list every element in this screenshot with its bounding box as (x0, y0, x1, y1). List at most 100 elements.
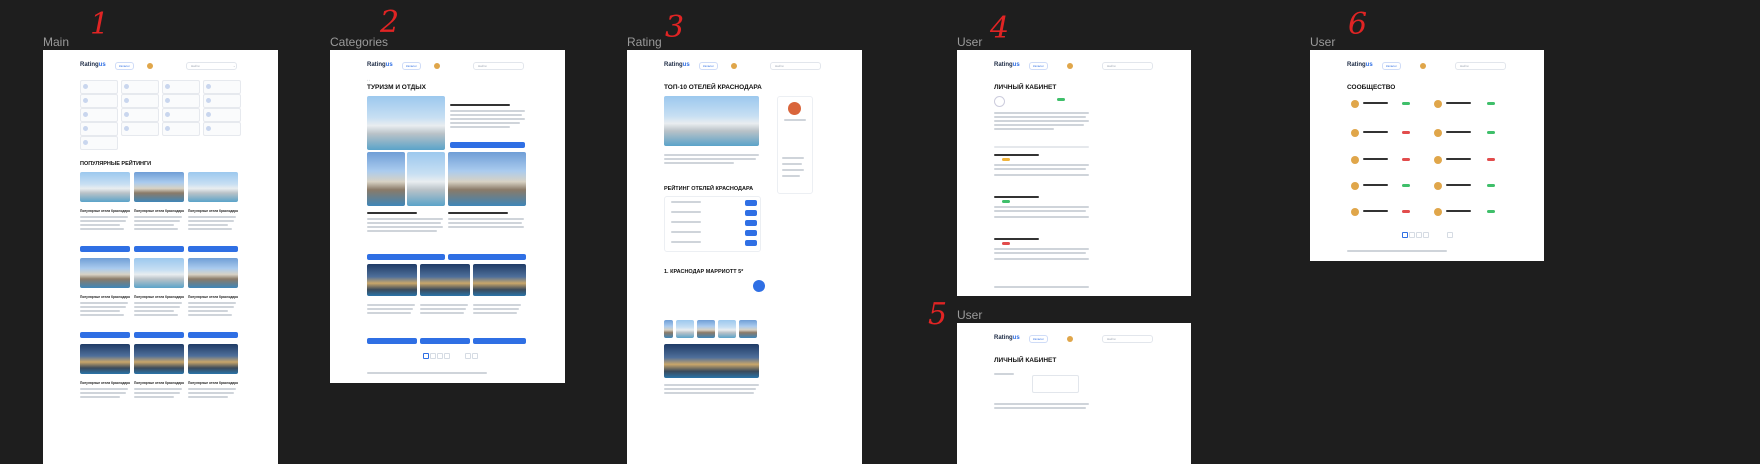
logo[interactable]: Ratingus (1347, 62, 1373, 68)
avatar[interactable] (731, 63, 737, 69)
rating-list (664, 196, 761, 252)
author-avatar[interactable] (788, 102, 801, 115)
avatar[interactable] (994, 96, 1005, 107)
card-image (188, 258, 238, 288)
category-tile[interactable] (162, 80, 200, 94)
logo[interactable]: Ratingus (994, 62, 1020, 68)
category-tile[interactable] (203, 94, 241, 108)
rating-card[interactable]: Популярные отели Краснодара (80, 258, 130, 338)
frame-number-5: 5 (928, 297, 948, 332)
avatar[interactable] (434, 63, 440, 69)
member-avatar[interactable] (1434, 156, 1442, 164)
card-button[interactable] (473, 338, 526, 344)
catalog-button[interactable]: Каталог (115, 62, 134, 70)
logo[interactable]: Ratingus (80, 62, 106, 68)
catalog-button[interactable]: Каталог (402, 62, 421, 70)
search-input[interactable]: Найти (1102, 335, 1153, 343)
list-item-button[interactable] (745, 240, 757, 246)
member-avatar[interactable] (1351, 129, 1359, 137)
catalog-button[interactable]: Каталог (1029, 335, 1048, 343)
rating-card[interactable]: Популярные отели Краснодара (80, 172, 130, 252)
page-button[interactable] (1423, 232, 1429, 238)
member-avatar[interactable] (1434, 129, 1442, 137)
list-item-button[interactable] (745, 210, 757, 216)
card-button[interactable] (134, 246, 184, 252)
member-avatar[interactable] (1351, 156, 1359, 164)
profile-form[interactable] (1032, 375, 1079, 393)
catalog-button[interactable]: Каталог (1029, 62, 1048, 70)
category-tile[interactable] (80, 94, 118, 108)
member-avatar[interactable] (1434, 182, 1442, 190)
avatar[interactable] (1067, 63, 1073, 69)
page-title: ТУРИЗМ И ОТДЫХ (367, 84, 426, 91)
avatar[interactable] (1420, 63, 1426, 69)
category-tile[interactable] (203, 122, 241, 136)
page-button[interactable] (1447, 232, 1453, 238)
page-button[interactable] (1402, 232, 1408, 238)
member-avatar[interactable] (1434, 208, 1442, 216)
member-avatar[interactable] (1351, 208, 1359, 216)
list-item-button[interactable] (745, 200, 757, 206)
category-tile[interactable] (203, 80, 241, 94)
search-input[interactable]: Найти (1102, 62, 1153, 70)
member-avatar[interactable] (1351, 182, 1359, 190)
page-button[interactable] (1416, 232, 1422, 238)
list-item-button[interactable] (745, 230, 757, 236)
category-tile[interactable] (80, 122, 118, 136)
page-button[interactable] (437, 353, 443, 359)
card-button[interactable] (448, 254, 526, 260)
user-menu-icon[interactable]: ⌄ (233, 64, 236, 68)
category-tile[interactable] (121, 80, 159, 94)
category-tile[interactable] (80, 80, 118, 94)
rating-card[interactable]: Популярные отели Краснодара (134, 344, 184, 424)
rating-card[interactable]: Популярные отели Краснодара (188, 258, 238, 338)
page-button[interactable] (430, 353, 436, 359)
page-button[interactable] (1409, 232, 1415, 238)
rating-card[interactable]: Популярные отели Краснодара (134, 258, 184, 338)
category-tile[interactable] (162, 108, 200, 122)
member-avatar[interactable] (1351, 100, 1359, 108)
list-item-button[interactable] (745, 220, 757, 226)
category-tile[interactable] (162, 122, 200, 136)
member-avatar[interactable] (1434, 100, 1442, 108)
rating-card[interactable]: Популярные отели Краснодара (80, 344, 130, 424)
gallery-image (664, 344, 759, 378)
page-button[interactable] (465, 353, 471, 359)
category-tile[interactable] (121, 94, 159, 108)
category-tile[interactable] (80, 136, 118, 150)
card-button[interactable] (420, 338, 470, 344)
page-button[interactable] (444, 353, 450, 359)
rating-card[interactable]: Популярные отели Краснодара (188, 344, 238, 424)
card-button[interactable] (367, 338, 417, 344)
thumb-image (697, 320, 715, 338)
search-input[interactable]: Найти (186, 62, 237, 70)
card-button[interactable] (188, 246, 238, 252)
page-button[interactable] (423, 353, 429, 359)
page-button[interactable] (472, 353, 478, 359)
avatar[interactable] (1067, 336, 1073, 342)
catalog-button[interactable]: Каталог (1382, 62, 1401, 70)
logo[interactable]: Ratingus (367, 62, 393, 68)
card-button[interactable] (80, 246, 130, 252)
logo[interactable]: Ratingus (664, 62, 690, 68)
card-button[interactable] (80, 332, 130, 338)
frame-label-user-5: User (957, 308, 983, 322)
featured-button[interactable] (450, 142, 525, 148)
search-input[interactable]: Найти (1455, 62, 1506, 70)
category-tile[interactable] (162, 94, 200, 108)
rating-card[interactable]: Популярные отели Краснодара (134, 172, 184, 252)
category-tile[interactable] (121, 108, 159, 122)
card-button[interactable] (134, 332, 184, 338)
rating-card[interactable]: Популярные отели Краснодара (188, 172, 238, 252)
catalog-button[interactable]: Каталог (699, 62, 718, 70)
logo[interactable]: Ratingus (994, 335, 1020, 341)
card-button[interactable] (367, 254, 445, 260)
tabs[interactable] (994, 146, 1089, 148)
category-tile[interactable] (121, 122, 159, 136)
avatar[interactable] (147, 63, 153, 69)
card-button[interactable] (188, 332, 238, 338)
search-input[interactable]: Найти (473, 62, 524, 70)
category-tile[interactable] (80, 108, 118, 122)
search-input[interactable]: Найти (770, 62, 821, 70)
category-tile[interactable] (203, 108, 241, 122)
